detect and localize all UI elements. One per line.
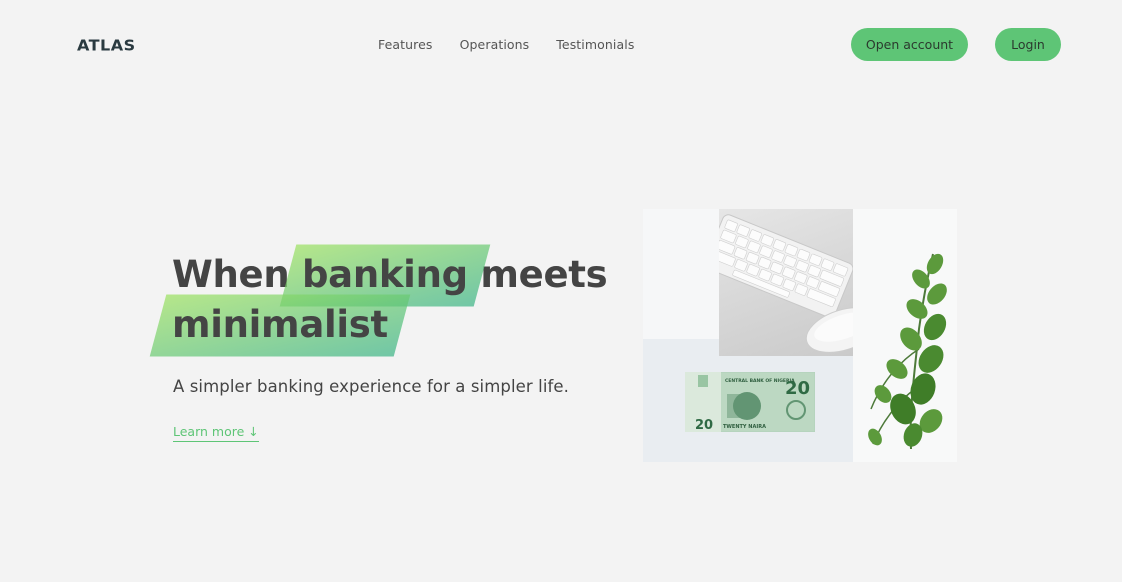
hero-title-word: meets: [480, 253, 608, 296]
nav-link-testimonials[interactable]: Testimonials: [556, 37, 634, 52]
hero-title: When banking meets minimalist: [172, 250, 632, 350]
banknote-value-corner: 20: [695, 418, 713, 432]
banknote-image: CENTRAL BANK OF NIGERIA 20 20 TWENTY NAI…: [685, 372, 815, 432]
logo[interactable]: ATLAS: [77, 36, 136, 54]
banknote-words: TWENTY NAIRA: [723, 424, 766, 430]
hero-subtitle: A simpler banking experience for a simpl…: [173, 377, 570, 396]
nav-links: Features Operations Testimonials: [378, 37, 661, 52]
plant-image: [853, 209, 957, 462]
image-background: [643, 209, 719, 339]
nav-link-operations[interactable]: Operations: [460, 37, 530, 52]
login-button[interactable]: Login: [995, 28, 1061, 61]
nav-link-features[interactable]: Features: [378, 37, 433, 52]
hero-title-word: When: [172, 253, 290, 296]
hero-image: CENTRAL BANK OF NIGERIA 20 20 TWENTY NAI…: [643, 209, 957, 462]
highlight-minimalist: minimalist: [172, 300, 388, 350]
highlight-banking: banking: [302, 250, 468, 300]
open-account-button[interactable]: Open account: [851, 28, 968, 61]
learn-more-link[interactable]: Learn more ↓: [173, 424, 259, 442]
banknote-value: 20: [785, 378, 810, 399]
top-navigation: ATLAS Features Operations Testimonials O…: [0, 0, 1122, 88]
plant-icon: [868, 253, 947, 450]
